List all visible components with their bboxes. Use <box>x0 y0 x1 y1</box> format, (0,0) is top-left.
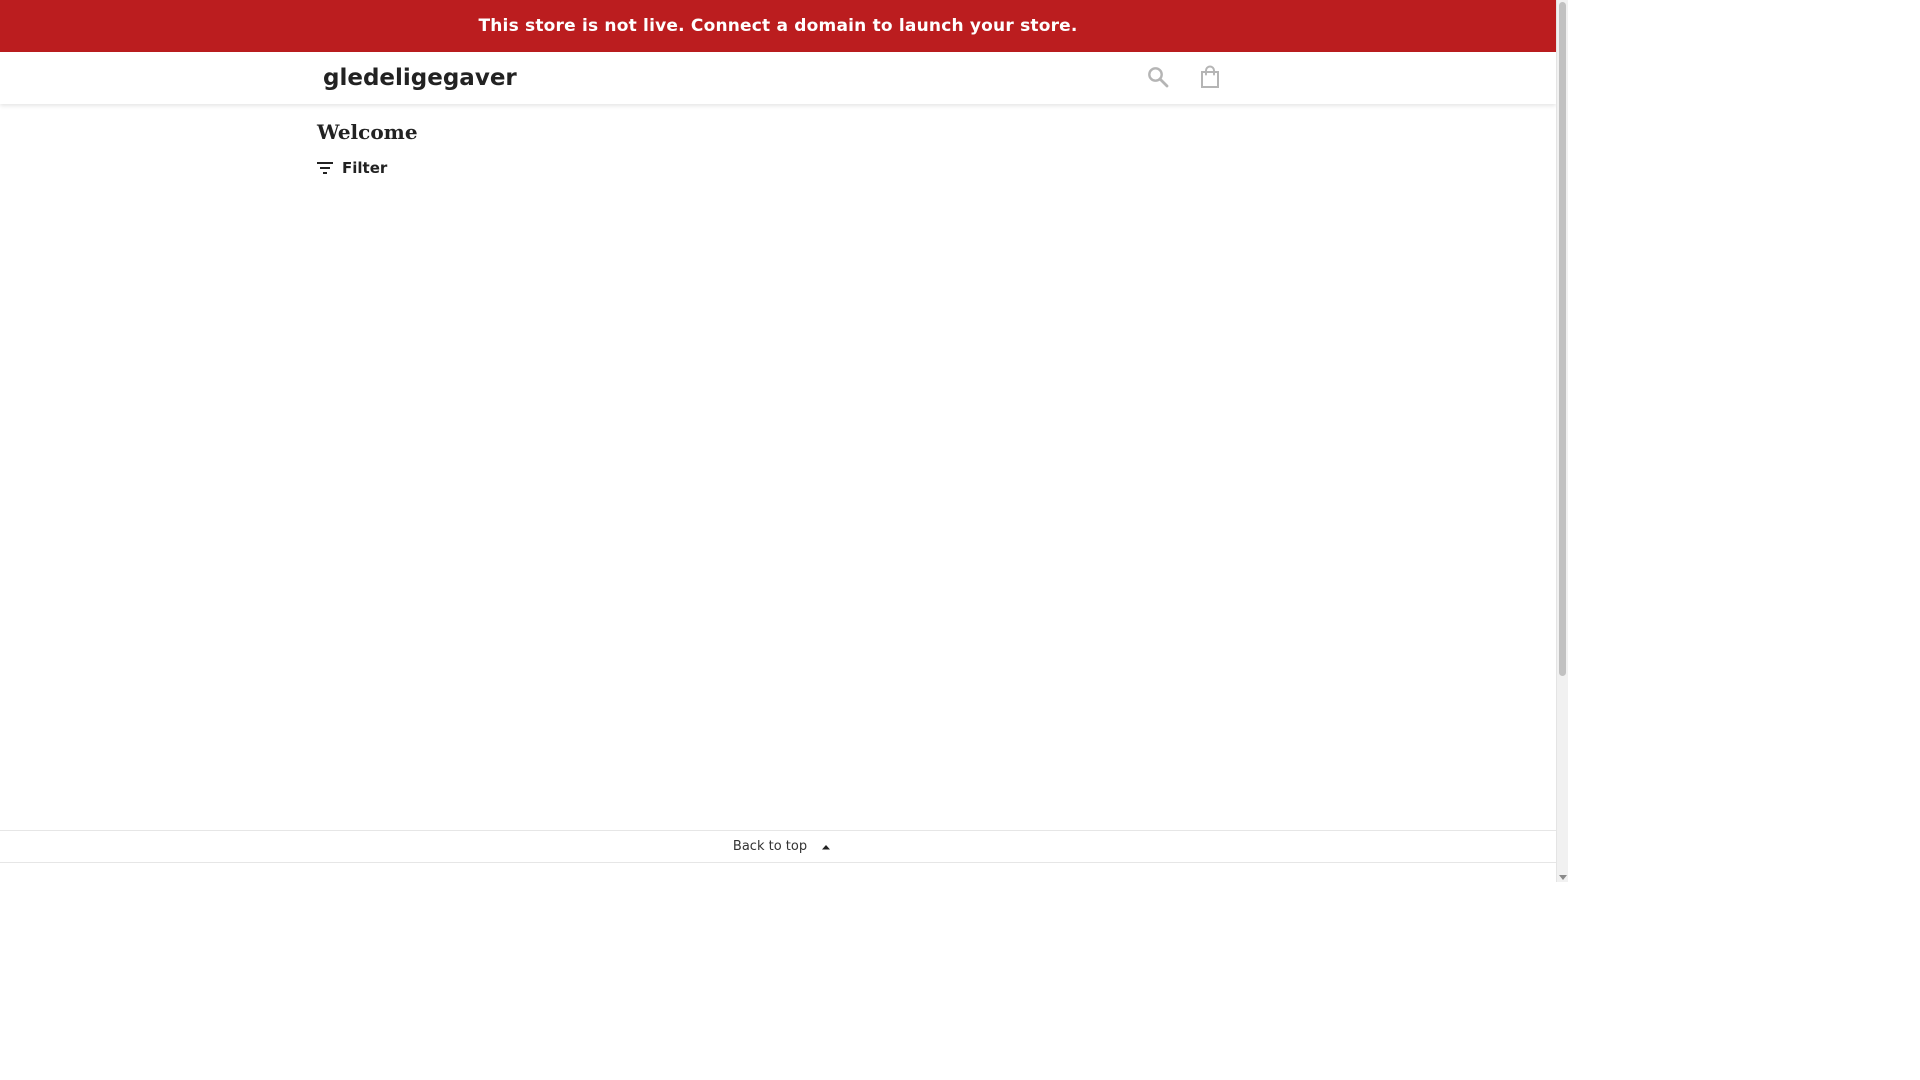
footer-bar: Back to top <box>0 830 1556 863</box>
scrollbar-thumb[interactable] <box>1559 2 1566 676</box>
page-scrollbar[interactable] <box>1556 0 1568 882</box>
store-name-link[interactable]: gledeligegaver <box>323 64 517 92</box>
filter-button[interactable]: Filter <box>317 156 418 180</box>
store-not-live-banner: This store is not live. Connect a domain… <box>0 0 1556 52</box>
cart-button[interactable] <box>1197 64 1223 90</box>
search-button[interactable] <box>1145 64 1171 90</box>
shopping-bag-icon <box>1201 65 1219 88</box>
page-title: Welcome <box>317 120 418 144</box>
browser-viewport: This store is not live. Connect a domain… <box>0 0 1568 882</box>
caret-up-icon <box>822 844 831 849</box>
filter-icon <box>317 162 333 174</box>
scroll-down-arrow-icon[interactable] <box>1559 875 1567 880</box>
site-header: gledeligegaver <box>0 52 1556 104</box>
banner-message: This store is not live. Connect a domain… <box>478 16 1078 36</box>
back-to-top-label: Back to top <box>732 839 808 854</box>
main-content: Welcome Filter <box>317 114 418 180</box>
search-icon <box>1148 67 1169 88</box>
filter-label: Filter <box>342 159 388 177</box>
back-to-top-button[interactable]: Back to top <box>725 839 831 854</box>
store-page: This store is not live. Connect a domain… <box>0 0 1556 882</box>
